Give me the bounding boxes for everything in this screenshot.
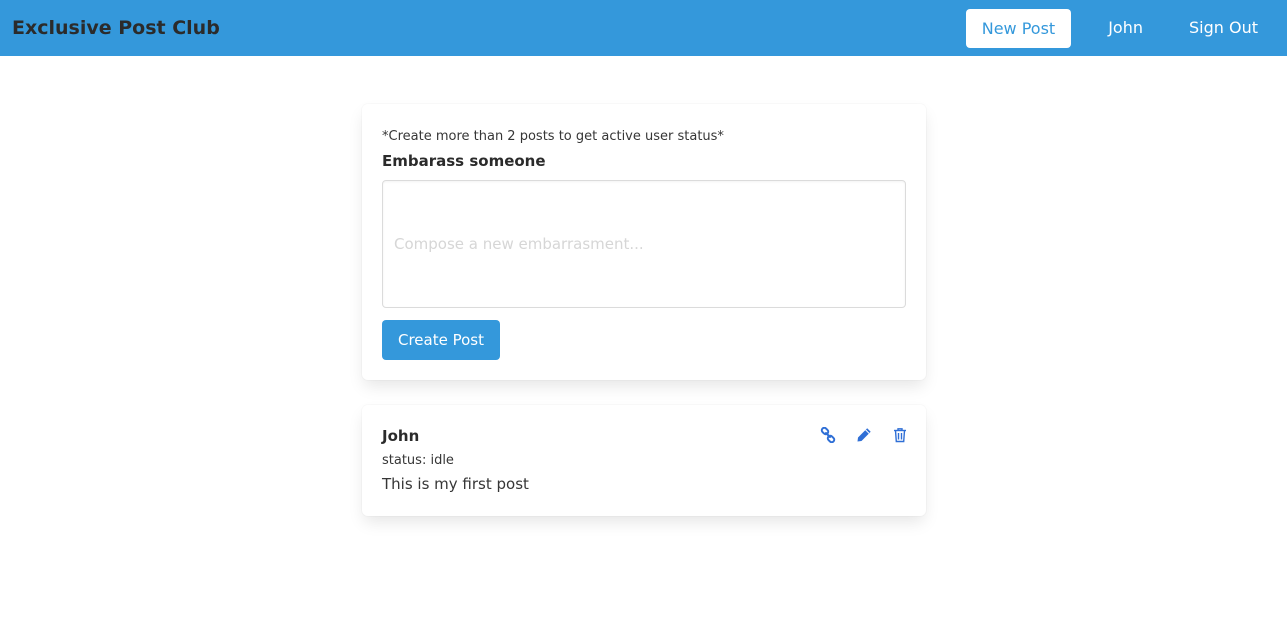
post-body: This is my first post <box>382 475 529 493</box>
compose-card: *Create more than 2 posts to get active … <box>362 104 926 380</box>
navbar-menu: New Post John Sign Out <box>965 0 1287 56</box>
create-post-button[interactable]: Create Post <box>382 320 500 360</box>
trash-icon[interactable] <box>892 427 908 443</box>
navbar: Exclusive Post Club New Post John Sign O… <box>0 0 1287 56</box>
brand-title[interactable]: Exclusive Post Club <box>12 16 220 40</box>
link-icon[interactable] <box>820 427 836 443</box>
sign-out-link[interactable]: Sign Out <box>1166 0 1287 56</box>
user-profile-link[interactable]: John <box>1085 0 1166 56</box>
pencil-icon[interactable] <box>856 427 872 443</box>
post-card: John status: idle This is my first post <box>362 405 926 516</box>
post-author-status: status: idle <box>382 453 454 468</box>
new-post-button[interactable]: New Post <box>965 8 1072 48</box>
post-author: John <box>382 427 420 445</box>
post-actions <box>820 427 908 443</box>
compose-label: Embarass someone <box>382 152 546 170</box>
active-status-hint: *Create more than 2 posts to get active … <box>382 129 724 144</box>
compose-textarea[interactable] <box>382 180 906 308</box>
